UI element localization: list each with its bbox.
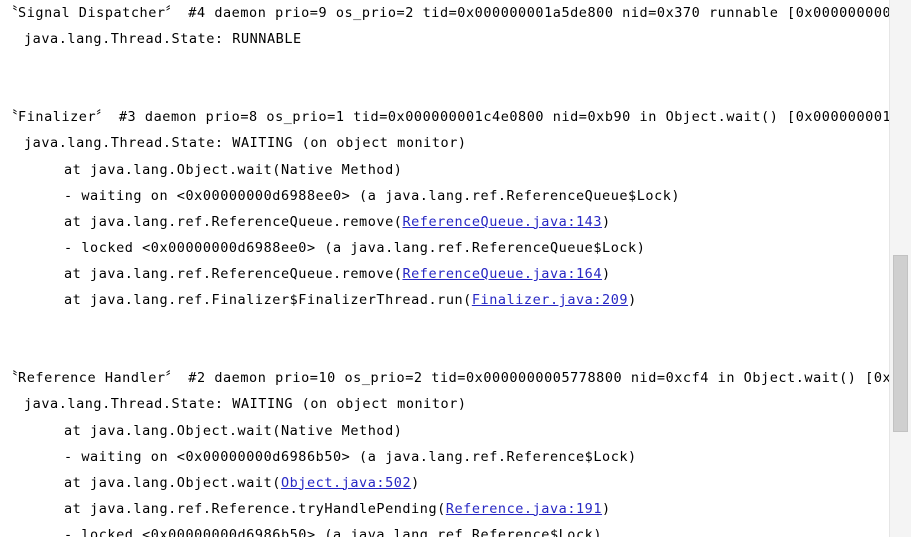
thread-header-signal-dispatcher: 〝Signal Dispatcher〞 #4 daemon prio=9 os_…: [0, 0, 889, 26]
line-text: - waiting on <0x00000000d6988ee0> (a jav…: [64, 187, 681, 204]
line-text: 〝Signal Dispatcher〞 #4 daemon prio=9 os_…: [4, 5, 889, 21]
line-text: at java.lang.Object.wait(Native Method): [64, 161, 403, 178]
refhandler-frame-1: at java.lang.Object.wait(Native Method): [0, 418, 889, 444]
line-text: [4, 57, 13, 73]
source-link[interactable]: Reference.java:191: [446, 501, 602, 517]
refhandler-frame-3: at java.lang.ref.Reference.tryHandlePend…: [0, 496, 889, 522]
blank-2: [0, 78, 889, 104]
line-text: 〝Finalizer〞 #3 daemon prio=8 os_prio=1 t…: [4, 109, 889, 126]
finalizer-locked: - locked <0x00000000d6988ee0> (a java.la…: [0, 235, 889, 261]
line-text: ): [628, 292, 637, 309]
line-text: - waiting on <0x00000000d6986b50> (a jav…: [64, 448, 637, 465]
thread-state-reference-handler: java.lang.Thread.State: WAITING (on obje…: [0, 391, 889, 417]
refhandler-locked: - locked <0x00000000d6986b50> (a java.la…: [0, 522, 889, 537]
finalizer-frame-4: at java.lang.ref.Finalizer$FinalizerThre…: [0, 287, 889, 313]
line-text: ): [411, 474, 420, 491]
line-text: at java.lang.ref.ReferenceQueue.remove(: [64, 213, 403, 230]
thread-dump-text-area[interactable]: 〝Signal Dispatcher〞 #4 daemon prio=9 os_…: [0, 0, 889, 537]
line-text: ): [602, 500, 611, 517]
line-text: ): [602, 213, 611, 230]
line-text: java.lang.Thread.State: RUNNABLE: [24, 31, 302, 48]
source-link[interactable]: Object.java:502: [281, 475, 411, 491]
line-text: at java.lang.ref.Finalizer$FinalizerThre…: [64, 292, 472, 309]
line-text: at java.lang.Object.wait(: [64, 474, 281, 491]
line-text: [4, 83, 13, 99]
finalizer-frame-1: at java.lang.Object.wait(Native Method): [0, 157, 889, 183]
thread-header-finalizer: 〝Finalizer〞 #3 daemon prio=8 os_prio=1 t…: [0, 104, 889, 130]
source-link[interactable]: ReferenceQueue.java:164: [402, 266, 602, 282]
thread-header-reference-handler: 〝Reference Handler〞 #2 daemon prio=10 os…: [0, 365, 889, 391]
thread-state-finalizer: java.lang.Thread.State: WAITING (on obje…: [0, 130, 889, 156]
line-text: java.lang.Thread.State: WAITING (on obje…: [24, 396, 467, 413]
line-text: [4, 344, 13, 360]
line-text: - locked <0x00000000d6988ee0> (a java.la…: [64, 239, 646, 256]
thread-state-signal-dispatcher: java.lang.Thread.State: RUNNABLE: [0, 26, 889, 52]
thread-dump-viewer: 〝Signal Dispatcher〞 #4 daemon prio=9 os_…: [0, 0, 911, 537]
blank-3: [0, 313, 889, 339]
line-text: at java.lang.ref.Reference.tryHandlePend…: [64, 500, 446, 517]
blank-1: [0, 52, 889, 78]
line-text: at java.lang.Object.wait(Native Method): [64, 422, 403, 439]
refhandler-waiting-on: - waiting on <0x00000000d6986b50> (a jav…: [0, 444, 889, 470]
source-link[interactable]: ReferenceQueue.java:143: [402, 214, 602, 230]
line-text: 〝Reference Handler〞 #2 daemon prio=10 os…: [4, 370, 889, 387]
line-text: at java.lang.ref.ReferenceQueue.remove(: [64, 265, 403, 282]
line-text: - locked <0x00000000d6986b50> (a java.la…: [64, 526, 603, 537]
line-text: [4, 318, 13, 334]
source-link[interactable]: Finalizer.java:209: [472, 292, 628, 308]
finalizer-waiting-on: - waiting on <0x00000000d6988ee0> (a jav…: [0, 183, 889, 209]
line-text: ): [602, 265, 611, 282]
line-text: java.lang.Thread.State: WAITING (on obje…: [24, 135, 467, 152]
finalizer-frame-3: at java.lang.ref.ReferenceQueue.remove(R…: [0, 261, 889, 287]
vertical-scrollbar[interactable]: [889, 0, 911, 537]
blank-4: [0, 339, 889, 365]
refhandler-frame-2: at java.lang.Object.wait(Object.java:502…: [0, 470, 889, 496]
vertical-scrollbar-thumb[interactable]: [893, 255, 908, 432]
finalizer-frame-2: at java.lang.ref.ReferenceQueue.remove(R…: [0, 209, 889, 235]
